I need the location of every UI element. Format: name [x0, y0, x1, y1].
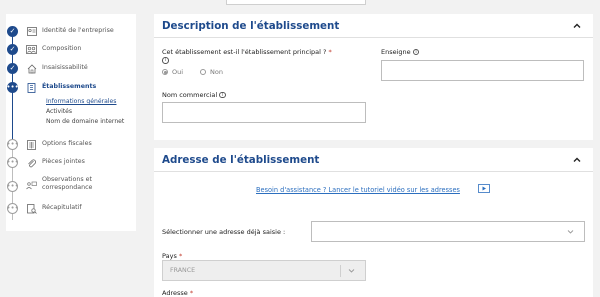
- adresse-label-text: Adresse: [162, 289, 188, 297]
- chevron-up-icon[interactable]: [573, 22, 581, 30]
- check-icon: ✓: [7, 63, 18, 74]
- adresse-card-header[interactable]: Adresse de l'établissement: [154, 148, 593, 172]
- previous-field-edge: [226, 0, 366, 5]
- check-icon: ✓: [7, 44, 18, 55]
- assistance-link[interactable]: Besoin d'assistance ? Lancer le tutoriel…: [256, 186, 460, 194]
- calculator-icon: [26, 139, 37, 150]
- building-icon: [26, 82, 37, 93]
- nom-commercial-label-text: Nom commercial: [162, 91, 218, 99]
- pays-value: FRANCE: [170, 267, 196, 274]
- sidebar-step-label: Composition: [42, 45, 82, 52]
- people-icon: [26, 44, 37, 55]
- description-title: Description de l'établissement: [162, 19, 340, 32]
- sidebar-step-label: Récapitulatif: [42, 204, 82, 211]
- nom-commercial-label: Nom commercial i: [162, 91, 226, 99]
- adresse-label: Adresse *: [162, 289, 193, 297]
- select-saved-address-label: Sélectionner une adresse déjà saisie :: [162, 228, 286, 236]
- sidebar-step-label: Identité de l'entreprise: [42, 27, 114, 34]
- radio-oui-label: Oui: [172, 68, 184, 76]
- substep-nom-de-domaine[interactable]: Nom de domaine internet: [46, 118, 124, 126]
- enseigne-label-text: Enseigne: [381, 48, 411, 56]
- radio-oui[interactable]: Oui: [162, 68, 183, 76]
- description-card: Description de l'établissement Cet établ…: [154, 14, 593, 140]
- ellipsis-icon: •••: [6, 139, 19, 150]
- ellipsis-icon: •••: [6, 82, 19, 93]
- ellipsis-icon: •••: [6, 157, 19, 168]
- description-card-header[interactable]: Description de l'établissement: [154, 14, 593, 38]
- chevron-up-icon[interactable]: [573, 156, 581, 164]
- required-mark: *: [328, 48, 332, 56]
- principal-question-label: Cet établissement est-il l'établissement…: [162, 48, 332, 56]
- substep-activites[interactable]: Activités: [46, 108, 72, 116]
- required-mark: *: [178, 252, 183, 260]
- info-icon[interactable]: i: [219, 91, 226, 99]
- saved-address-select[interactable]: [311, 221, 585, 242]
- select-separator: [340, 265, 341, 277]
- sidebar-step-label: Insaisissabilité: [42, 64, 88, 71]
- paperclip-icon: [26, 157, 37, 168]
- sidebar-step-label: Observations et correspondance: [42, 176, 93, 191]
- enseigne-label: Enseigne i: [381, 48, 420, 56]
- pays-label-text: Pays: [162, 252, 177, 260]
- house-icon: [26, 63, 37, 74]
- step-sidebar: ✓ Identité de l'entreprise ✓ Composition…: [6, 14, 136, 231]
- info-icon[interactable]: i: [412, 48, 420, 56]
- radio-circle: [200, 69, 206, 75]
- info-icon[interactable]: i: [162, 57, 169, 64]
- ellipsis-icon: •••: [6, 203, 19, 214]
- chevron-down-icon: [567, 230, 574, 234]
- chat-icon: [26, 180, 37, 191]
- sidebar-step-label: Pièces jointes: [42, 158, 85, 165]
- chevron-down-icon: [348, 269, 355, 273]
- video-tutorial-icon[interactable]: [478, 184, 490, 193]
- adresse-title: Adresse de l'établissement: [162, 153, 320, 166]
- sidebar-step-label: Options fiscales: [42, 140, 92, 147]
- ellipsis-icon: •••: [6, 181, 19, 192]
- nom-commercial-input[interactable]: [162, 102, 366, 123]
- required-mark: *: [189, 289, 194, 297]
- id-card-icon: [26, 26, 37, 37]
- radio-non[interactable]: Non: [200, 68, 223, 76]
- substep-informations-generales[interactable]: Informations générales: [46, 98, 116, 106]
- radio-circle-selected: [162, 69, 168, 75]
- radio-non-label: Non: [210, 68, 223, 76]
- principal-question-text: Cet établissement est-il l'établissement…: [162, 48, 327, 56]
- sidebar-step-label: Établissements: [42, 83, 97, 90]
- pays-label: Pays *: [162, 252, 182, 260]
- pays-select[interactable]: FRANCE: [162, 260, 366, 281]
- enseigne-input[interactable]: [381, 60, 584, 81]
- document-search-icon: [26, 203, 37, 214]
- check-icon: ✓: [7, 26, 18, 37]
- adresse-card: Adresse de l'établissement Besoin d'assi…: [154, 148, 593, 297]
